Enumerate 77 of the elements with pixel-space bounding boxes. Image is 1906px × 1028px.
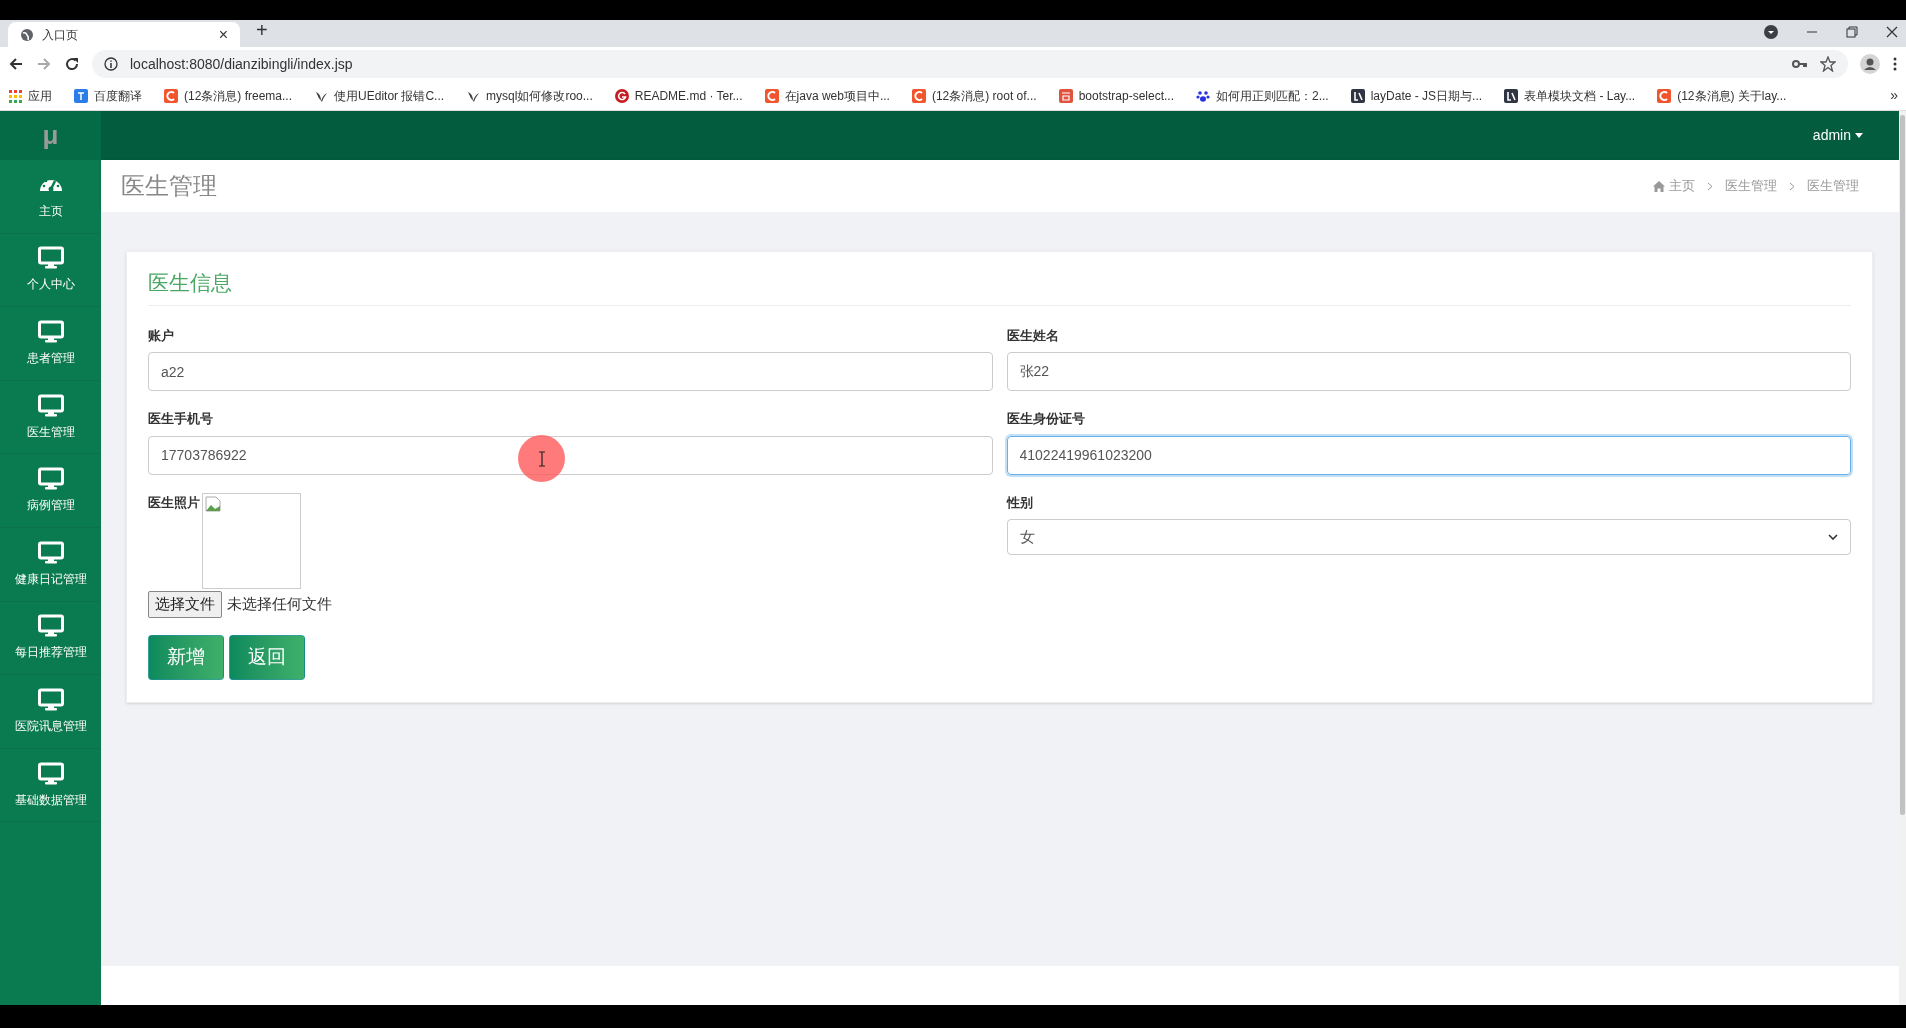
- field-label: 性别: [1006, 493, 1034, 512]
- input-field[interactable]: 17703786922: [148, 435, 993, 475]
- letter-c-icon: [764, 88, 779, 103]
- monitor-icon: [37, 540, 64, 564]
- select-field[interactable]: 女: [1006, 519, 1851, 555]
- broken-image-icon: [205, 495, 221, 512]
- star-icon: [1820, 56, 1836, 72]
- monitor-icon: [37, 761, 64, 785]
- bookmark[interactable]: 如何用正则匹配：2...: [1196, 86, 1339, 105]
- chevron-right-icon: [1789, 181, 1795, 191]
- bookmark[interactable]: 应用: [8, 86, 62, 105]
- new-tab-button[interactable]: +: [256, 15, 268, 45]
- file-status: 未选择任何文件: [227, 593, 332, 614]
- more-icon: [1892, 56, 1898, 72]
- paw-icon: [1196, 88, 1210, 103]
- back-icon: [8, 56, 24, 72]
- forward-icon: [36, 56, 52, 72]
- form-button[interactable]: 新增: [148, 634, 224, 680]
- bookmark[interactable]: 使用UEditor 报错C...: [314, 86, 455, 105]
- profile-icon: [1860, 54, 1880, 74]
- address-bar[interactable]: localhost:8080/dianzibingli/index.jsp: [92, 50, 1848, 78]
- tab-title: 入口页: [42, 26, 79, 44]
- tab-close-button[interactable]: ×: [218, 22, 228, 47]
- bookmark[interactable]: mysql如何修改roo...: [466, 86, 603, 105]
- letter-c-icon: [911, 88, 926, 103]
- globe-icon: [20, 27, 34, 42]
- field-label: 医生手机号: [148, 410, 214, 428]
- bookmark[interactable]: README.md · Ter...: [614, 86, 753, 105]
- form-title: 医生信息: [148, 267, 1851, 306]
- monitor-icon: [37, 687, 64, 711]
- field-label: 医生姓名: [1006, 326, 1060, 345]
- input-field[interactable]: 张22: [1006, 352, 1851, 391]
- character-icon: [1058, 88, 1073, 103]
- monitor-icon: [37, 467, 64, 491]
- bookmark[interactable]: 百度翻译: [74, 86, 152, 105]
- layui-icon: [1350, 88, 1365, 103]
- bookmark[interactable]: (12条消息) root of...: [911, 86, 1047, 105]
- monitor-icon: [37, 614, 64, 638]
- more-bookmarks-button[interactable]: »: [1890, 85, 1898, 106]
- info-icon: [104, 57, 118, 71]
- close-icon: [1886, 26, 1898, 38]
- text-cursor-icon: [537, 450, 546, 467]
- chevron-down-icon: [1828, 534, 1838, 540]
- form-button[interactable]: 返回: [229, 634, 305, 680]
- profile-dropdown-icon: [1764, 25, 1778, 39]
- bookmark[interactable]: (12条消息) freema...: [164, 86, 303, 105]
- key-icon: [1792, 57, 1808, 71]
- input-field[interactable]: a22: [148, 352, 993, 391]
- restore-icon: [1846, 26, 1858, 38]
- translate-icon: [74, 88, 88, 103]
- caret-icon: [1855, 133, 1863, 138]
- monitor-icon: [37, 393, 64, 417]
- home-icon: [1653, 180, 1665, 192]
- field-label: 账户: [148, 326, 175, 345]
- field-label: 医生身份证号: [1006, 410, 1086, 428]
- monitor-icon: [37, 320, 64, 343]
- user-menu[interactable]: admin: [1812, 125, 1863, 146]
- bookmark[interactable]: 在java web项目中...: [764, 86, 900, 105]
- browser-tab[interactable]: 入口页 ×: [8, 22, 240, 47]
- letter-c-icon: [1657, 88, 1672, 103]
- apps-grid-icon: [8, 88, 22, 103]
- logo: μ: [0, 111, 101, 160]
- bookmark[interactable]: (12条消息) 关于lay...: [1657, 86, 1797, 105]
- choose-file-button[interactable]: 选择文件: [148, 590, 222, 618]
- layui-icon: [1504, 88, 1519, 103]
- letter-g-icon: [614, 88, 629, 103]
- bookmark[interactable]: layDate - JS日期与...: [1350, 86, 1493, 105]
- field-label: 医生照片: [148, 493, 200, 512]
- monitor-icon: [37, 246, 64, 270]
- input-field[interactable]: 41022419961023200: [1006, 435, 1851, 475]
- letter-c-icon: [164, 88, 178, 103]
- scrollbar[interactable]: [1900, 115, 1905, 815]
- reload-icon: [64, 56, 80, 72]
- bookmark[interactable]: bootstrap-select...: [1058, 86, 1184, 105]
- page-title: 医生管理: [121, 171, 217, 201]
- bookmark[interactable]: 表单模块文档 - Lay...: [1504, 86, 1646, 105]
- chevron-right-icon: [1707, 181, 1713, 191]
